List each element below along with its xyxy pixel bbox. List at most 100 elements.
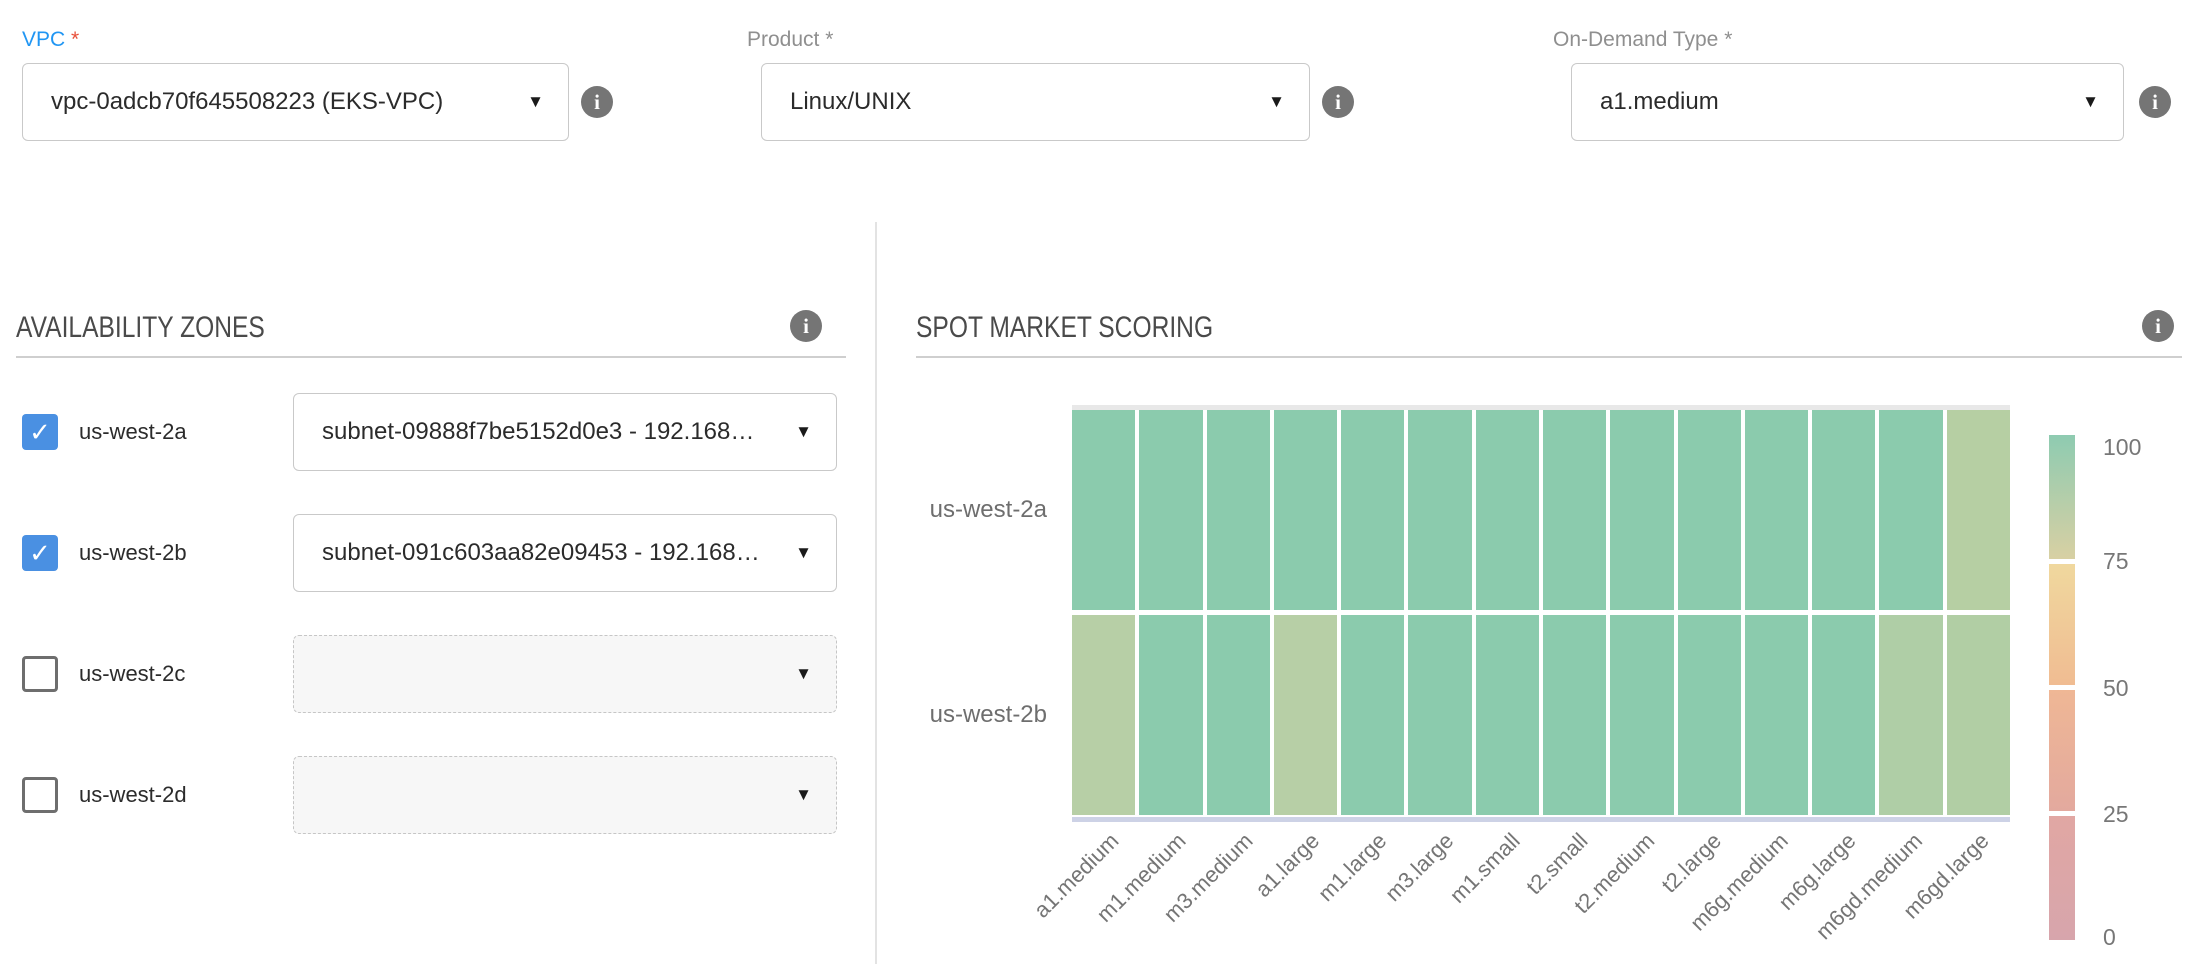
chevron-down-icon: ▼ (781, 664, 812, 684)
heatmap-cell-us-west-2a-t2.medium[interactable] (1610, 410, 1673, 610)
heatmap-row-label-us-west-2a: us-west-2a (930, 495, 1047, 525)
colorbar-tick-0: 0 (2103, 923, 2116, 951)
heatmap-row-label-us-west-2b: us-west-2b (930, 700, 1047, 730)
heatmap-cell-us-west-2b-m1.medium[interactable] (1139, 615, 1202, 815)
product-label-text: Product (747, 28, 819, 51)
chevron-down-icon: ▼ (2068, 92, 2099, 112)
colorbar-segment-25-0 (2049, 816, 2075, 940)
vpc-info-icon[interactable]: i (581, 86, 613, 118)
us-west-2c-checkbox[interactable] (22, 656, 58, 692)
spot-market-scoring-info-icon[interactable]: i (2142, 310, 2174, 342)
heatmap-cell-us-west-2b-m6g.medium[interactable] (1745, 615, 1808, 815)
heatmap-column-label-m1.large: m1.large (1313, 828, 1392, 907)
heatmap-cell-us-west-2a-m6gd.medium[interactable] (1879, 410, 1942, 610)
us-west-2c-subnet-select[interactable]: ▼ (293, 635, 837, 713)
info-icon-glyph: i (1335, 90, 1341, 115)
heatmap-row-labels: us-west-2a us-west-2b (870, 410, 1047, 815)
us-west-2a-label: us-west-2a (79, 419, 187, 445)
colorbar-tick-75: 75 (2103, 547, 2129, 575)
heatmap-column-label-a1.large: a1.large (1250, 828, 1325, 903)
chevron-down-icon: ▼ (1254, 92, 1285, 112)
heatmap-colorbar (2049, 435, 2075, 940)
chevron-down-icon: ▼ (513, 92, 544, 112)
on-demand-type-select[interactable]: a1.medium ▼ (1571, 63, 2124, 141)
heatmap-cell-us-west-2b-m1.large[interactable] (1341, 615, 1404, 815)
heatmap-cell-us-west-2b-m6gd.large[interactable] (1947, 615, 2010, 815)
colorbar-segment-75-50 (2049, 564, 2075, 685)
colorbar-tick-100: 100 (2103, 433, 2141, 461)
us-west-2d-checkbox[interactable] (22, 777, 58, 813)
heatmap-x-axis-line (1072, 817, 2010, 822)
colorbar-tick-25: 25 (2103, 800, 2129, 828)
availability-zones-info-icon[interactable]: i (790, 310, 822, 342)
us-west-2c-label: us-west-2c (79, 661, 185, 687)
us-west-2b-checkbox[interactable]: ✓ (22, 535, 58, 571)
heatmap-cell-us-west-2a-m3.medium[interactable] (1207, 410, 1270, 610)
subnet-select-value: subnet-09888f7be5152d0e3 - 192.168… (322, 418, 754, 446)
heatmap-colorbar-ticks: 1007550250 (2103, 435, 2183, 940)
on-demand-type-required-star: * (1724, 28, 1732, 51)
chevron-down-icon: ▼ (781, 422, 812, 442)
heatmap-cell-us-west-2b-a1.large[interactable] (1274, 615, 1337, 815)
heatmap-cell-us-west-2b-m3.large[interactable] (1408, 615, 1471, 815)
colorbar-segment-100-75 (2049, 435, 2075, 559)
us-west-2d-subnet-select[interactable]: ▼ (293, 756, 837, 834)
us-west-2a-checkbox[interactable]: ✓ (22, 414, 58, 450)
heatmap-column-label-m1.small: m1.small (1445, 828, 1526, 909)
heatmap-cell-us-west-2a-m1.large[interactable] (1341, 410, 1404, 610)
heatmap-cell-us-west-2b-a1.medium[interactable] (1072, 615, 1135, 815)
product-required-star: * (825, 28, 833, 51)
us-west-2a-subnet-select[interactable]: subnet-09888f7be5152d0e3 - 192.168… ▼ (293, 393, 837, 471)
heatmap-cell-us-west-2b-m6g.large[interactable] (1812, 615, 1875, 815)
heatmap-cell-us-west-2b-t2.large[interactable] (1678, 615, 1741, 815)
heatmap-cell-us-west-2a-a1.medium[interactable] (1072, 410, 1135, 610)
availability-zones-title: AVAILABILITY ZONES (16, 310, 319, 346)
heatmap-cell-us-west-2a-t2.small[interactable] (1543, 410, 1606, 610)
heatmap-cell-us-west-2a-a1.large[interactable] (1274, 410, 1337, 610)
product-info-icon[interactable]: i (1322, 86, 1354, 118)
vpc-select-value: vpc-0adcb70f645508223 (EKS-VPC) (51, 88, 443, 116)
on-demand-type-info-icon[interactable]: i (2139, 86, 2171, 118)
colorbar-tick-50: 50 (2103, 674, 2129, 702)
heatmap-cell-us-west-2a-m1.medium[interactable] (1139, 410, 1202, 610)
heatmap-grid (1072, 410, 2010, 815)
heatmap-cell-us-west-2b-t2.medium[interactable] (1610, 615, 1673, 815)
info-icon-glyph: i (2152, 90, 2158, 115)
info-icon-glyph: i (594, 90, 600, 115)
page: VPC * vpc-0adcb70f645508223 (EKS-VPC) ▼ … (0, 0, 2196, 964)
on-demand-type-label-text: On-Demand Type (1553, 28, 1718, 51)
heatmap-cell-us-west-2b-m1.small[interactable] (1476, 615, 1539, 815)
spot-market-scoring-divider (916, 356, 2182, 358)
availability-zones-divider (16, 356, 846, 358)
on-demand-type-label: On-Demand Type * (1553, 28, 1732, 52)
heatmap-column-label-m3.large: m3.large (1380, 828, 1459, 907)
on-demand-type-select-value: a1.medium (1600, 88, 1719, 116)
product-select-value: Linux/UNIX (790, 88, 911, 116)
spot-market-scoring-title: SPOT MARKET SCORING (916, 310, 1278, 346)
heatmap-cell-us-west-2a-m6g.large[interactable] (1812, 410, 1875, 610)
us-west-2b-label: us-west-2b (79, 540, 187, 566)
colorbar-segment-50-25 (2049, 690, 2075, 811)
info-icon-glyph: i (2155, 314, 2161, 339)
heatmap-cell-us-west-2b-m6gd.medium[interactable] (1879, 615, 1942, 815)
chevron-down-icon: ▼ (781, 543, 812, 563)
heatmap-cell-us-west-2a-m1.small[interactable] (1476, 410, 1539, 610)
vpc-label: VPC * (22, 28, 79, 52)
us-west-2b-subnet-select[interactable]: subnet-091c603aa82e09453 - 192.168… ▼ (293, 514, 837, 592)
vpc-select[interactable]: vpc-0adcb70f645508223 (EKS-VPC) ▼ (22, 63, 569, 141)
info-icon-glyph: i (803, 314, 809, 339)
heatmap-cell-us-west-2a-m6g.medium[interactable] (1745, 410, 1808, 610)
heatmap-cell-us-west-2b-t2.small[interactable] (1543, 615, 1606, 815)
heatmap-cell-us-west-2a-m3.large[interactable] (1408, 410, 1471, 610)
subnet-select-value: subnet-091c603aa82e09453 - 192.168… (322, 539, 760, 567)
product-label: Product * (747, 28, 833, 52)
us-west-2d-label: us-west-2d (79, 782, 187, 808)
chevron-down-icon: ▼ (781, 785, 812, 805)
heatmap-cell-us-west-2b-m3.medium[interactable] (1207, 615, 1270, 815)
vpc-required-star: * (71, 28, 79, 51)
product-select[interactable]: Linux/UNIX ▼ (761, 63, 1310, 141)
vpc-label-text: VPC (22, 28, 65, 51)
heatmap-cell-us-west-2a-t2.large[interactable] (1678, 410, 1741, 610)
heatmap-cell-us-west-2a-m6gd.large[interactable] (1947, 410, 2010, 610)
heatmap-column-labels: a1.mediumm1.mediumm3.mediuma1.largem1.la… (1072, 828, 2010, 964)
